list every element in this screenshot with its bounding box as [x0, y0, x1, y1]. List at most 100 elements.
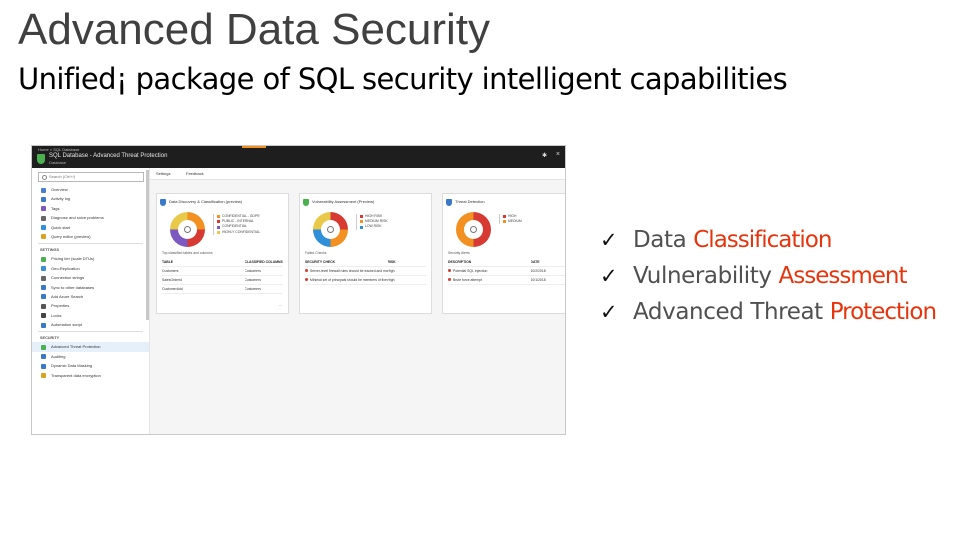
- sidebar-group-settings: Pricing tier (scale DTUs) Geo-Replication…: [32, 254, 149, 329]
- tag-icon: [41, 206, 46, 212]
- sidebar-divider: [38, 243, 143, 245]
- row-name: Potential SQL Injection: [453, 269, 488, 273]
- sidebar-item[interactable]: Tags: [32, 204, 149, 213]
- portal-title-bar: Home > SQL Database SQL Database - Advan…: [32, 146, 565, 168]
- checkmark-icon: ✓: [600, 300, 618, 324]
- legend-label: LOW RISK: [365, 224, 382, 229]
- row-name-cell: Minimal set of principals should be memb…: [305, 276, 388, 284]
- legend-label: MEDIUM: [508, 219, 522, 224]
- sidebar-item[interactable]: Activity log: [32, 194, 149, 203]
- row-value: 10/1/2018: [530, 278, 546, 282]
- globe-icon: [41, 266, 46, 272]
- column-header: TABLE: [162, 260, 174, 264]
- checklist-prefix: Vulnerability: [633, 263, 772, 289]
- table-row[interactable]: Minimal set of principals should be memb…: [305, 276, 426, 285]
- sidebar-item[interactable]: Auditing: [32, 352, 149, 361]
- panel-title: Vulnerability Assessment (Preview): [303, 199, 374, 206]
- sidebar-item[interactable]: Dynamic Data Masking: [32, 361, 149, 370]
- table-row[interactable]: Server-level firewall rules should be tr…: [305, 267, 426, 276]
- legend-label: HIGH: [508, 214, 517, 218]
- blade-subtitle: Database: [49, 160, 67, 165]
- portal-screenshot: Home > SQL Database SQL Database - Advan…: [31, 145, 566, 435]
- sidebar-item[interactable]: Transparent data encryption: [32, 371, 149, 380]
- legend-label: HIGHLY CONFIDENTIAL: [222, 229, 261, 234]
- feature-panel[interactable]: Threat Detection HIGH MEDIUM Security Alert…: [442, 193, 565, 314]
- row-value: Customers: [244, 269, 261, 273]
- row-name-cell: SalesOrderId: [162, 276, 245, 284]
- checkmark-icon: ✓: [600, 228, 618, 252]
- table-row[interactable]: SalesOrderId Customers: [162, 276, 283, 285]
- table-row[interactable]: CustomerAdd Customers: [162, 285, 283, 294]
- checklist-prefix: Data: [633, 227, 687, 253]
- checkmark-icon: ✓: [600, 264, 618, 288]
- row-name: Brute force attempt: [453, 278, 482, 282]
- editor-icon: [41, 234, 46, 240]
- legend-swatch: [217, 230, 220, 234]
- sidebar-item-label: Diagnose and solve problems: [51, 215, 104, 221]
- row-value: Customers: [244, 278, 261, 282]
- sidebar-group-top: Overview Activity log Tags Diagnose and sol…: [32, 185, 149, 241]
- column-header: DESCRIPTION: [448, 260, 472, 264]
- row-name: Minimal set of principals should be memb…: [310, 278, 388, 282]
- legend-label: MEDIUM RISK: [365, 219, 388, 224]
- sidebar-item[interactable]: Locks: [32, 311, 149, 320]
- shield-icon: [41, 344, 46, 350]
- donut-chart: [313, 212, 348, 247]
- legend-item: HIGHLY CONFIDENTIAL: [217, 230, 285, 235]
- sidebar-item-label: Locks: [51, 312, 62, 318]
- sidebar-item[interactable]: Overview: [32, 185, 149, 194]
- checklist-highlight: Protection: [829, 299, 937, 325]
- portal-accent-bar: [242, 146, 266, 148]
- sidebar-item-label: Tags: [51, 205, 60, 211]
- settings-button[interactable]: Settings: [156, 170, 170, 178]
- panel-section-label: Top classified tables and columns: [162, 251, 213, 255]
- row-value: 10/2/2018: [530, 269, 546, 273]
- feature-panel[interactable]: Data Discovery & Classification (preview…: [156, 193, 289, 314]
- sidebar-item[interactable]: Advanced Threat Protection: [32, 342, 149, 352]
- feature-panel[interactable]: Vulnerability Assessment (Preview) HIGH R…: [299, 193, 432, 314]
- legend-label: PUBLIC - INTERNAL: [222, 219, 255, 224]
- legend-swatch: [503, 220, 506, 224]
- sidebar-item[interactable]: Properties: [32, 301, 149, 310]
- pin-icon[interactable]: ✱: [542, 152, 547, 159]
- panel-more-button[interactable]: ...: [279, 302, 282, 307]
- slide-title: Advanced Data Security: [18, 5, 491, 54]
- sidebar-item[interactable]: Quick start: [32, 223, 149, 232]
- row-name-cell: Potential SQL Injection: [448, 267, 531, 275]
- sidebar-item[interactable]: Add Azure Search: [32, 292, 149, 301]
- legend-item: MEDIUM: [503, 219, 565, 224]
- panel-title-text: Threat Detection: [455, 199, 485, 204]
- sidebar-item[interactable]: Connection strings: [32, 273, 149, 282]
- lock-icon: [41, 313, 46, 319]
- table-row[interactable]: Potential SQL Injection 10/2/2018: [448, 267, 565, 276]
- donut-legend: CONFIDENTIAL - GDPR PUBLIC - INTERNAL CONF…: [213, 214, 285, 235]
- column-header: RISK: [387, 260, 396, 264]
- panel-shield-icon: [446, 199, 452, 206]
- activity-log-icon: [41, 196, 46, 202]
- table-row[interactable]: Customers Customers: [162, 267, 283, 276]
- row-name-cell: Customers: [162, 267, 245, 275]
- table-header-row: DESCRIPTION DATE: [448, 258, 565, 267]
- search-plus-icon: [41, 294, 46, 300]
- sidebar-item-label: Auditing: [51, 353, 66, 359]
- sidebar-item[interactable]: Query editor (preview): [32, 232, 149, 241]
- table-header-row: SECURITY CHECK RISK: [305, 258, 426, 267]
- sidebar-item[interactable]: Geo-Replication: [32, 264, 149, 273]
- sidebar-search-input[interactable]: Search (Ctrl+/): [38, 172, 144, 182]
- breadcrumb[interactable]: Home > SQL Database: [38, 147, 79, 152]
- sidebar-item[interactable]: Pricing tier (scale DTUs): [32, 254, 149, 263]
- feedback-button[interactable]: Feedback: [186, 170, 204, 178]
- table-row[interactable]: Brute force attempt 10/1/2018: [448, 276, 565, 285]
- legend-swatch: [360, 225, 363, 229]
- close-icon[interactable]: ×: [556, 151, 560, 158]
- sidebar-item[interactable]: Diagnose and solve problems: [32, 213, 149, 222]
- mask-icon: [41, 363, 46, 369]
- pricing-icon: [41, 256, 46, 262]
- sidebar-item[interactable]: Sync to other databases: [32, 283, 149, 292]
- sidebar-item[interactable]: Automation script: [32, 320, 149, 329]
- sidebar-header-security: SECURITY: [40, 336, 60, 341]
- checklist-item: ✓ Advanced Threat Protection: [600, 294, 937, 330]
- database-icon: [184, 226, 191, 233]
- panel-section-label: Security Alerts: [448, 251, 470, 255]
- checklist-item: ✓ Vulnerability Assessment: [600, 258, 936, 294]
